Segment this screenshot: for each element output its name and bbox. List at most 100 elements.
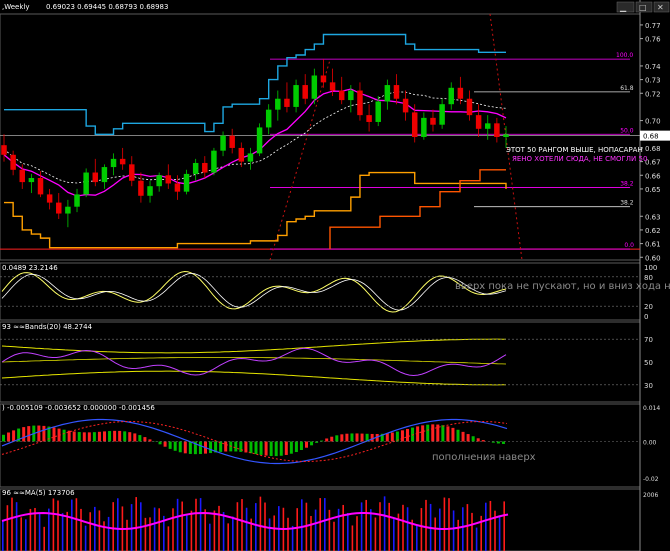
volume-bar <box>89 512 91 551</box>
volume-bar <box>199 498 202 551</box>
volume-bar <box>268 518 271 551</box>
price-label: 0.65 <box>645 186 661 194</box>
macd-bar <box>37 425 41 442</box>
candle-body <box>183 173 190 192</box>
macd-bar <box>461 431 465 442</box>
fib-level-label: 38.2 <box>620 200 634 207</box>
macd-bar <box>406 428 409 442</box>
price-label: 0.60 <box>645 254 661 262</box>
volume-bar <box>452 510 455 551</box>
macd-bar <box>12 430 16 442</box>
macd-bar <box>294 441 298 453</box>
candle-body <box>101 167 108 183</box>
volume-bar <box>333 521 335 551</box>
macd-bar <box>87 432 91 442</box>
candle-body <box>1 145 7 155</box>
macd-bar <box>370 433 374 442</box>
volume-bar <box>117 498 119 551</box>
stochastic-title: 0.0489 23.2146 <box>2 264 58 272</box>
macd-bar <box>97 431 101 442</box>
volume-bar <box>176 498 179 551</box>
candle-body <box>110 158 117 168</box>
macd-bar <box>148 439 152 442</box>
volume-bar <box>181 501 183 551</box>
macd-bar <box>103 431 106 442</box>
volume-axis: 2006 <box>643 492 658 499</box>
candle-body <box>174 183 181 192</box>
volume-bar <box>149 517 151 551</box>
macd-bar <box>305 441 308 448</box>
price-label: 0.77 <box>645 22 661 30</box>
candle-body <box>503 134 509 137</box>
volume-bar <box>342 504 344 551</box>
stochastic-axis-label: 100 <box>644 264 657 272</box>
candle-body <box>238 147 245 162</box>
volume-bar <box>319 498 321 551</box>
rsi-title: 93 ≈≈Bands(20) 48.2744 <box>2 323 93 331</box>
candle-body <box>211 150 217 173</box>
volume-bar <box>485 502 487 551</box>
candle-body <box>439 104 445 125</box>
rsi-pane: 70 50 30 93 ≈≈Bands(20) 48.2744 <box>0 323 653 390</box>
volume-bar <box>167 526 170 551</box>
macd-bar <box>123 431 127 442</box>
macd-axis-label: 0.014 <box>643 405 660 412</box>
candle-body <box>320 75 327 83</box>
price-pane: 100.0 61.8 50.0 38.2 38.2 0.0 0.77 0.76 0.74 0.7… <box>0 3 670 262</box>
rsi-mid-band <box>1 357 507 365</box>
macd-bar <box>82 432 86 442</box>
volume-bar <box>48 508 50 551</box>
candle-body <box>411 112 418 137</box>
volume-bar <box>443 497 446 551</box>
pane-border-rsi <box>0 321 641 403</box>
macd-title: ) -0.005109 -0.003652 0.000000 -0.001456 <box>2 404 155 412</box>
macd-bar <box>421 425 425 442</box>
candle-body <box>348 90 354 101</box>
macd-bar <box>335 435 339 442</box>
price-label: 0.72 <box>645 90 661 98</box>
macd-bar <box>466 434 470 442</box>
stochastic-axis-label: 20 <box>644 303 653 311</box>
macd-bar <box>108 431 112 442</box>
volume-bar <box>98 510 101 551</box>
candle-body <box>74 194 80 207</box>
candle-body <box>220 135 226 151</box>
macd-bar <box>118 430 122 442</box>
current-price-value: 0.68 <box>643 133 659 141</box>
volume-bar <box>66 511 68 551</box>
volume-bar <box>457 519 459 551</box>
volume-bar <box>287 517 289 551</box>
candle-body <box>147 186 153 196</box>
candle-body <box>293 85 299 107</box>
volume-bar <box>227 523 229 551</box>
candle-body <box>129 164 135 181</box>
annotation-upper: ЭТОТ 50 РАНГОМ ВЫШЕ, НОПАСАРАН <box>506 146 643 154</box>
candle-body <box>311 75 318 99</box>
macd-bar <box>476 438 480 442</box>
volume-bar <box>365 499 367 551</box>
stochastic-axis-label: 0 <box>644 313 648 321</box>
macd-bar <box>72 431 76 442</box>
macd-bar <box>385 433 389 442</box>
rsi-axis-label: 50 <box>644 359 653 367</box>
volume-bar <box>71 499 73 551</box>
bands-indicator <box>3 33 507 250</box>
macd-bar <box>345 433 349 442</box>
volume-bar <box>29 508 32 551</box>
macd-bar <box>158 441 162 445</box>
volume-pane: 2006 96 ≈≈MA(5) 173706 <box>1 489 658 551</box>
slow-ma-line <box>3 91 507 184</box>
volume-bar <box>245 507 248 551</box>
price-label: 0.68 <box>645 145 661 153</box>
macd-bar <box>456 429 460 442</box>
candle-body <box>247 153 254 162</box>
candles <box>1 59 509 228</box>
stochastic-axis: 10080200 <box>0 264 657 321</box>
volume-bar <box>195 498 197 551</box>
volume-bar <box>2 521 4 551</box>
volume-bar <box>57 500 59 551</box>
main-title: ,Weekly <box>2 3 30 11</box>
minimize-icon: ▁ <box>619 3 627 12</box>
candle-body <box>475 115 482 129</box>
candle-body <box>421 117 427 137</box>
